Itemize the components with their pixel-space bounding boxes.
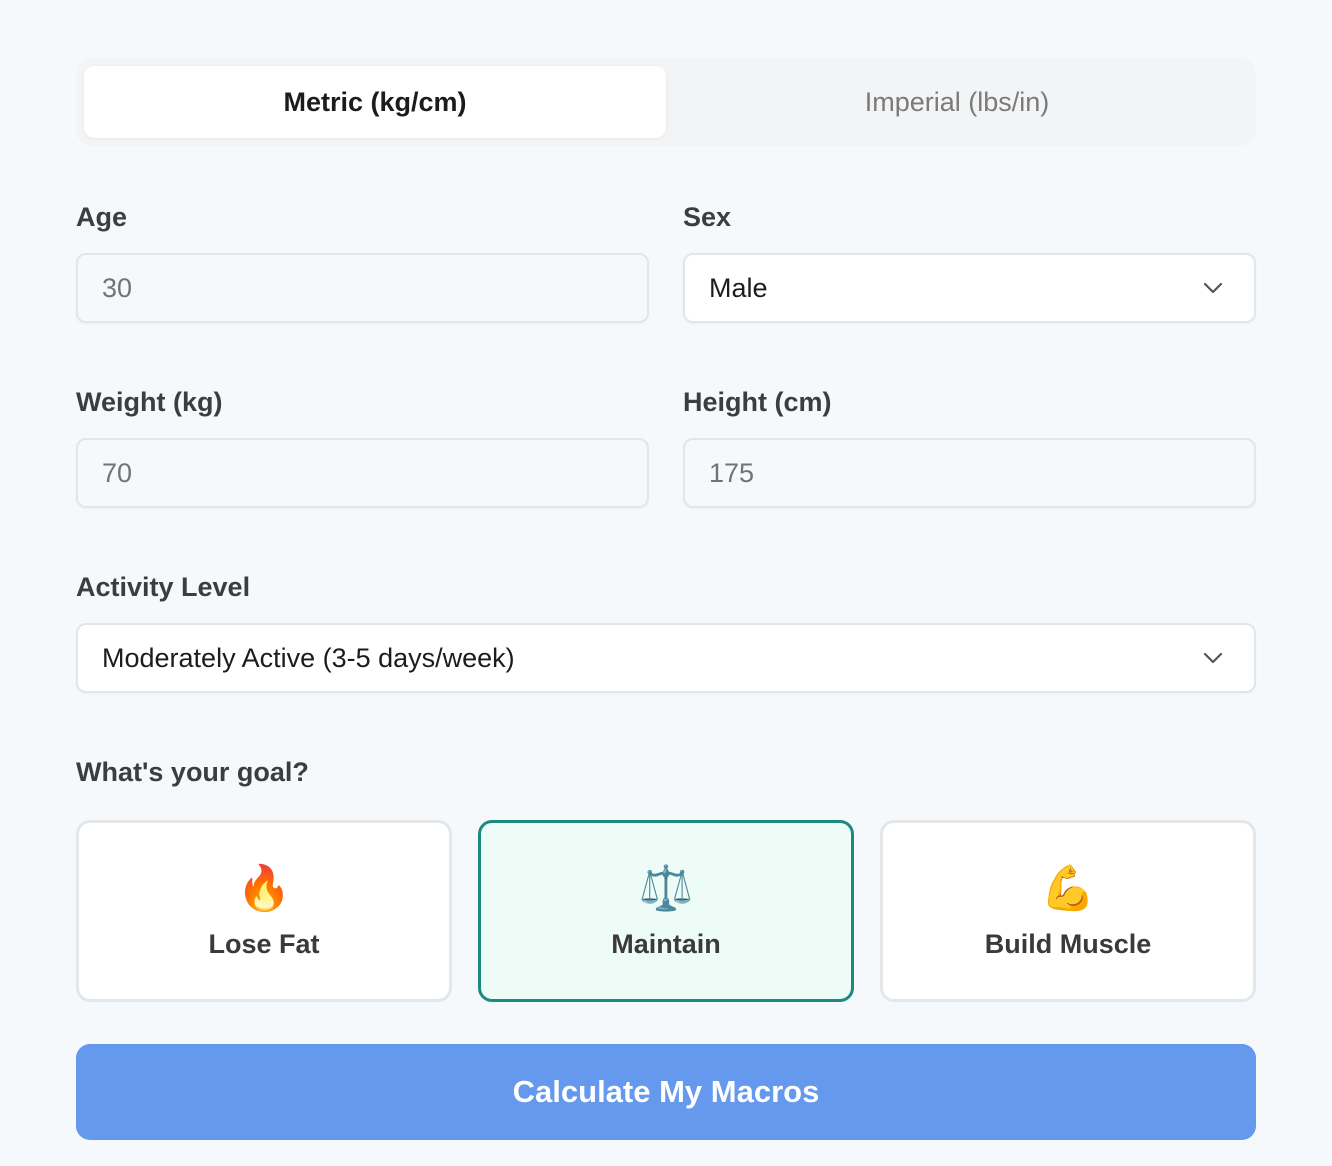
weight-field-group: Weight (kg) 70: [76, 389, 649, 508]
tab-imperial[interactable]: Imperial (lbs/in): [666, 66, 1248, 138]
weight-placeholder: 70: [102, 457, 133, 488]
sex-field-group: Sex Male: [683, 204, 1256, 323]
goal-section: What's your goal? 🔥 Lose Fat ⚖️ Maintain…: [76, 759, 1256, 1002]
sex-select-value: Male: [709, 272, 768, 303]
age-placeholder: 30: [102, 272, 133, 303]
goal-lose-fat[interactable]: 🔥 Lose Fat: [76, 820, 452, 1002]
weight-input[interactable]: 70: [76, 438, 649, 508]
activity-select-value: Moderately Active (3-5 days/week): [102, 642, 515, 673]
goal-question: What's your goal?: [76, 757, 309, 787]
tab-metric[interactable]: Metric (kg/cm): [84, 66, 666, 138]
chevron-down-icon: [1202, 277, 1224, 299]
activity-select[interactable]: Moderately Active (3-5 days/week): [76, 623, 1256, 693]
weight-label: Weight (kg): [76, 387, 223, 417]
height-input[interactable]: 175: [683, 438, 1256, 508]
goal-label: Maintain: [611, 928, 721, 959]
goal-label: Build Muscle: [984, 928, 1152, 959]
height-label: Height (cm): [683, 387, 832, 417]
height-field-group: Height (cm) 175: [683, 389, 1256, 508]
weight-height-row: Weight (kg) 70 Height (cm) 175: [76, 389, 1256, 508]
chevron-down-icon: [1202, 647, 1224, 669]
age-label: Age: [76, 202, 128, 232]
flexed-biceps-icon: 💪: [1040, 863, 1096, 913]
unit-toggle: Metric (kg/cm) Imperial (lbs/in): [76, 58, 1256, 146]
age-sex-row: Age 30 Sex Male: [76, 204, 1256, 323]
sex-label: Sex: [683, 202, 732, 232]
calculate-macros-button[interactable]: Calculate My Macros: [76, 1044, 1256, 1140]
scales-icon: ⚖️: [638, 863, 694, 913]
fire-icon: 🔥: [236, 863, 292, 913]
macro-calculator-form: Metric (kg/cm) Imperial (lbs/in) Age 30 …: [76, 58, 1256, 1140]
sex-select[interactable]: Male: [683, 253, 1256, 323]
age-field-group: Age 30: [76, 204, 649, 323]
goal-label: Lose Fat: [208, 928, 320, 959]
age-input[interactable]: 30: [76, 253, 649, 323]
activity-field-group: Activity Level Moderately Active (3-5 da…: [76, 574, 1256, 693]
height-placeholder: 175: [709, 457, 755, 488]
activity-label: Activity Level: [76, 572, 251, 602]
goal-options: 🔥 Lose Fat ⚖️ Maintain 💪 Build Muscle: [76, 820, 1256, 1002]
goal-maintain[interactable]: ⚖️ Maintain: [478, 820, 854, 1002]
goal-build-muscle[interactable]: 💪 Build Muscle: [880, 820, 1256, 1002]
